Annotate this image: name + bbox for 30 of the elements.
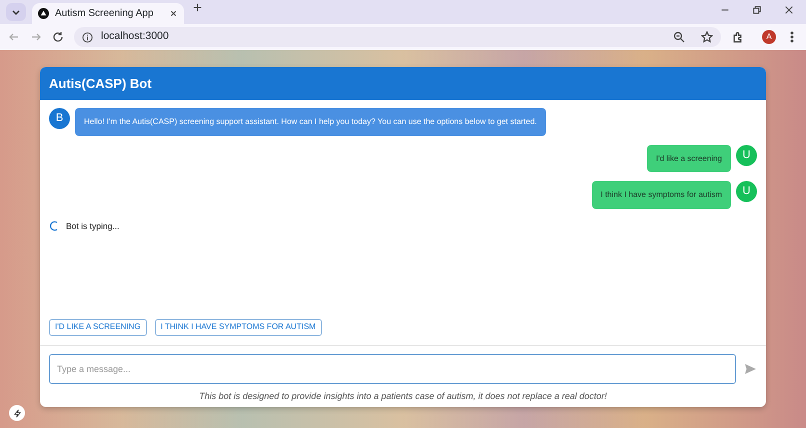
extensions-icon[interactable] xyxy=(731,30,744,44)
quick-reply-button[interactable]: I THINK I HAVE SYMPTOMS FOR AUTISM xyxy=(154,318,322,336)
close-icon[interactable] xyxy=(169,8,178,18)
user-message: I think I have symptoms for autism xyxy=(592,181,731,209)
user-avatar: U xyxy=(736,181,757,202)
profile-avatar[interactable]: A xyxy=(762,30,776,44)
user-avatar: U xyxy=(736,144,757,166)
message-input[interactable]: Type a message... xyxy=(49,354,736,384)
loading-spinner-icon xyxy=(49,221,59,232)
address-bar[interactable]: localhost:3000 xyxy=(74,27,721,47)
restore-icon[interactable] xyxy=(752,4,762,14)
bot-avatar: B xyxy=(49,108,70,129)
app-logo-icon xyxy=(38,8,49,19)
url-text: localhost:3000 xyxy=(101,29,169,44)
user-message: I'd like a screening xyxy=(646,144,731,172)
tab-title: Autism Screening App xyxy=(55,7,154,21)
info-icon xyxy=(82,32,93,42)
tab-list-icon[interactable] xyxy=(12,8,20,16)
browser-tab[interactable]: Autism Screening App xyxy=(32,3,184,24)
bot-message: Hello! I'm the Autis(CASP) screening support assistant. How can I help you today? You can use the options below to get started. xyxy=(75,108,546,136)
typing-indicator: Bot is typing... xyxy=(66,220,120,233)
lightning-icon[interactable] xyxy=(12,408,22,418)
star-icon[interactable] xyxy=(701,31,713,43)
disclaimer-text: This bot is designed to provide insights into a patients case of autism, it does not replace a real doctor! xyxy=(198,390,608,403)
quick-reply-button[interactable]: I'D LIKE A SCREENING xyxy=(49,318,147,336)
new-tab-icon[interactable] xyxy=(192,2,203,14)
reload-icon[interactable] xyxy=(52,31,64,43)
close-icon[interactable] xyxy=(784,4,794,14)
zoom-icon[interactable] xyxy=(673,31,685,43)
chat-title: Autis(CASP) Bot xyxy=(49,74,152,93)
